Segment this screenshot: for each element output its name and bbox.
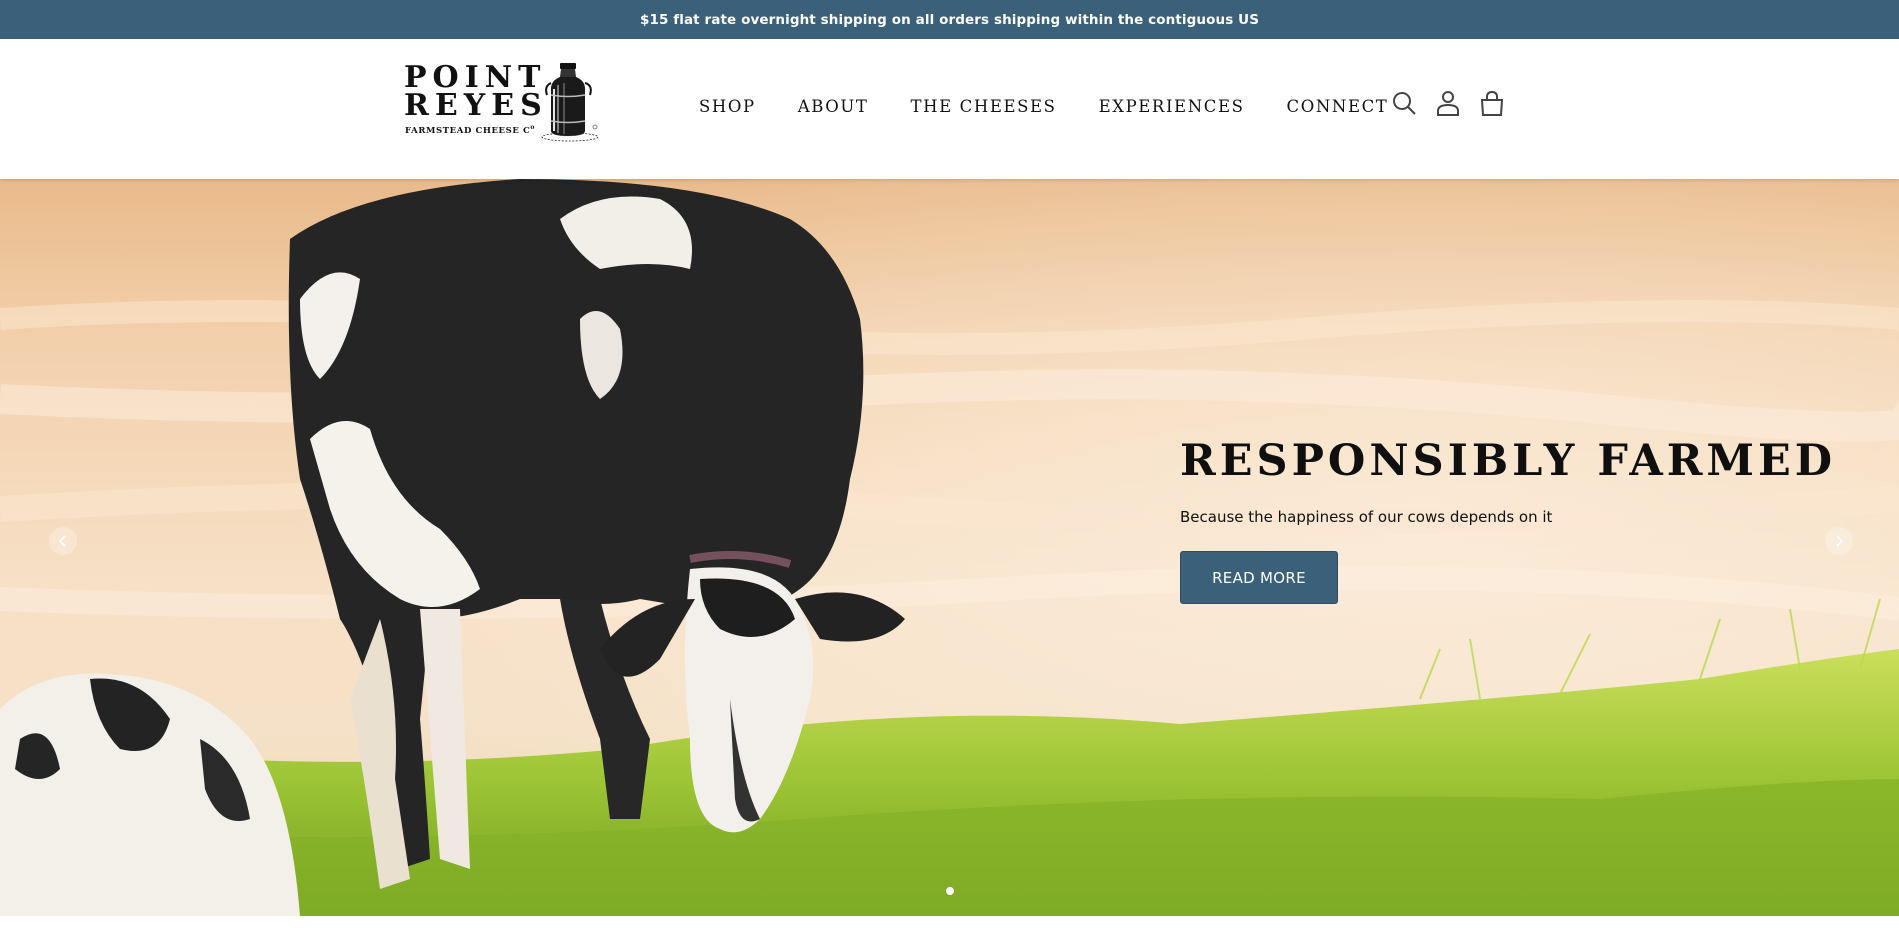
nav-item-connect[interactable]: CONNECT <box>1287 97 1389 116</box>
announcement-text: $15 flat rate overnight shipping on all … <box>639 11 1260 28</box>
hero-image <box>0 179 1899 916</box>
chevron-left-icon <box>58 535 66 547</box>
brand-logo[interactable]: POINT REYES FARMSTEAD CHEESE Co <box>404 61 602 143</box>
account-button[interactable] <box>1434 88 1462 118</box>
logo-tagline: FARMSTEAD CHEESE Co <box>405 124 535 136</box>
slider-prev-button[interactable] <box>49 527 77 555</box>
nav-item-about[interactable]: ABOUT <box>798 97 869 116</box>
main-nav: SHOP ABOUT THE CHEESES EXPERIENCES CONNE… <box>699 91 1388 121</box>
hero-slider: RESPONSIBLY FARMED Because the happiness… <box>0 179 1899 916</box>
page-content-below <box>0 916 1899 942</box>
nav-item-the-cheeses[interactable]: THE CHEESES <box>911 97 1057 116</box>
slider-dot-active[interactable] <box>946 887 954 895</box>
search-button[interactable] <box>1390 88 1418 118</box>
account-icon <box>1437 91 1459 116</box>
header-icons <box>1390 88 1506 118</box>
cart-icon <box>1480 90 1504 116</box>
slider-dots <box>946 887 954 895</box>
site-header: POINT REYES FARMSTEAD CHEESE Co SHOP ABO… <box>0 39 1899 179</box>
search-icon <box>1393 92 1416 115</box>
announcement-bar: $15 flat rate overnight shipping on all … <box>0 0 1899 39</box>
read-more-button[interactable]: READ MORE <box>1180 551 1338 604</box>
milk-can-logo-icon <box>541 63 599 142</box>
nav-item-experiences[interactable]: EXPERIENCES <box>1099 97 1245 116</box>
cart-button[interactable] <box>1478 88 1506 118</box>
logo-word-reyes: REYES <box>404 88 548 123</box>
slider-next-button[interactable] <box>1825 527 1853 555</box>
chevron-right-icon <box>1836 535 1844 547</box>
nav-item-shop[interactable]: SHOP <box>699 97 756 116</box>
hero-subtitle: Because the happiness of our cows depend… <box>1180 508 1553 526</box>
hero-title: RESPONSIBLY FARMED <box>1180 436 1837 486</box>
